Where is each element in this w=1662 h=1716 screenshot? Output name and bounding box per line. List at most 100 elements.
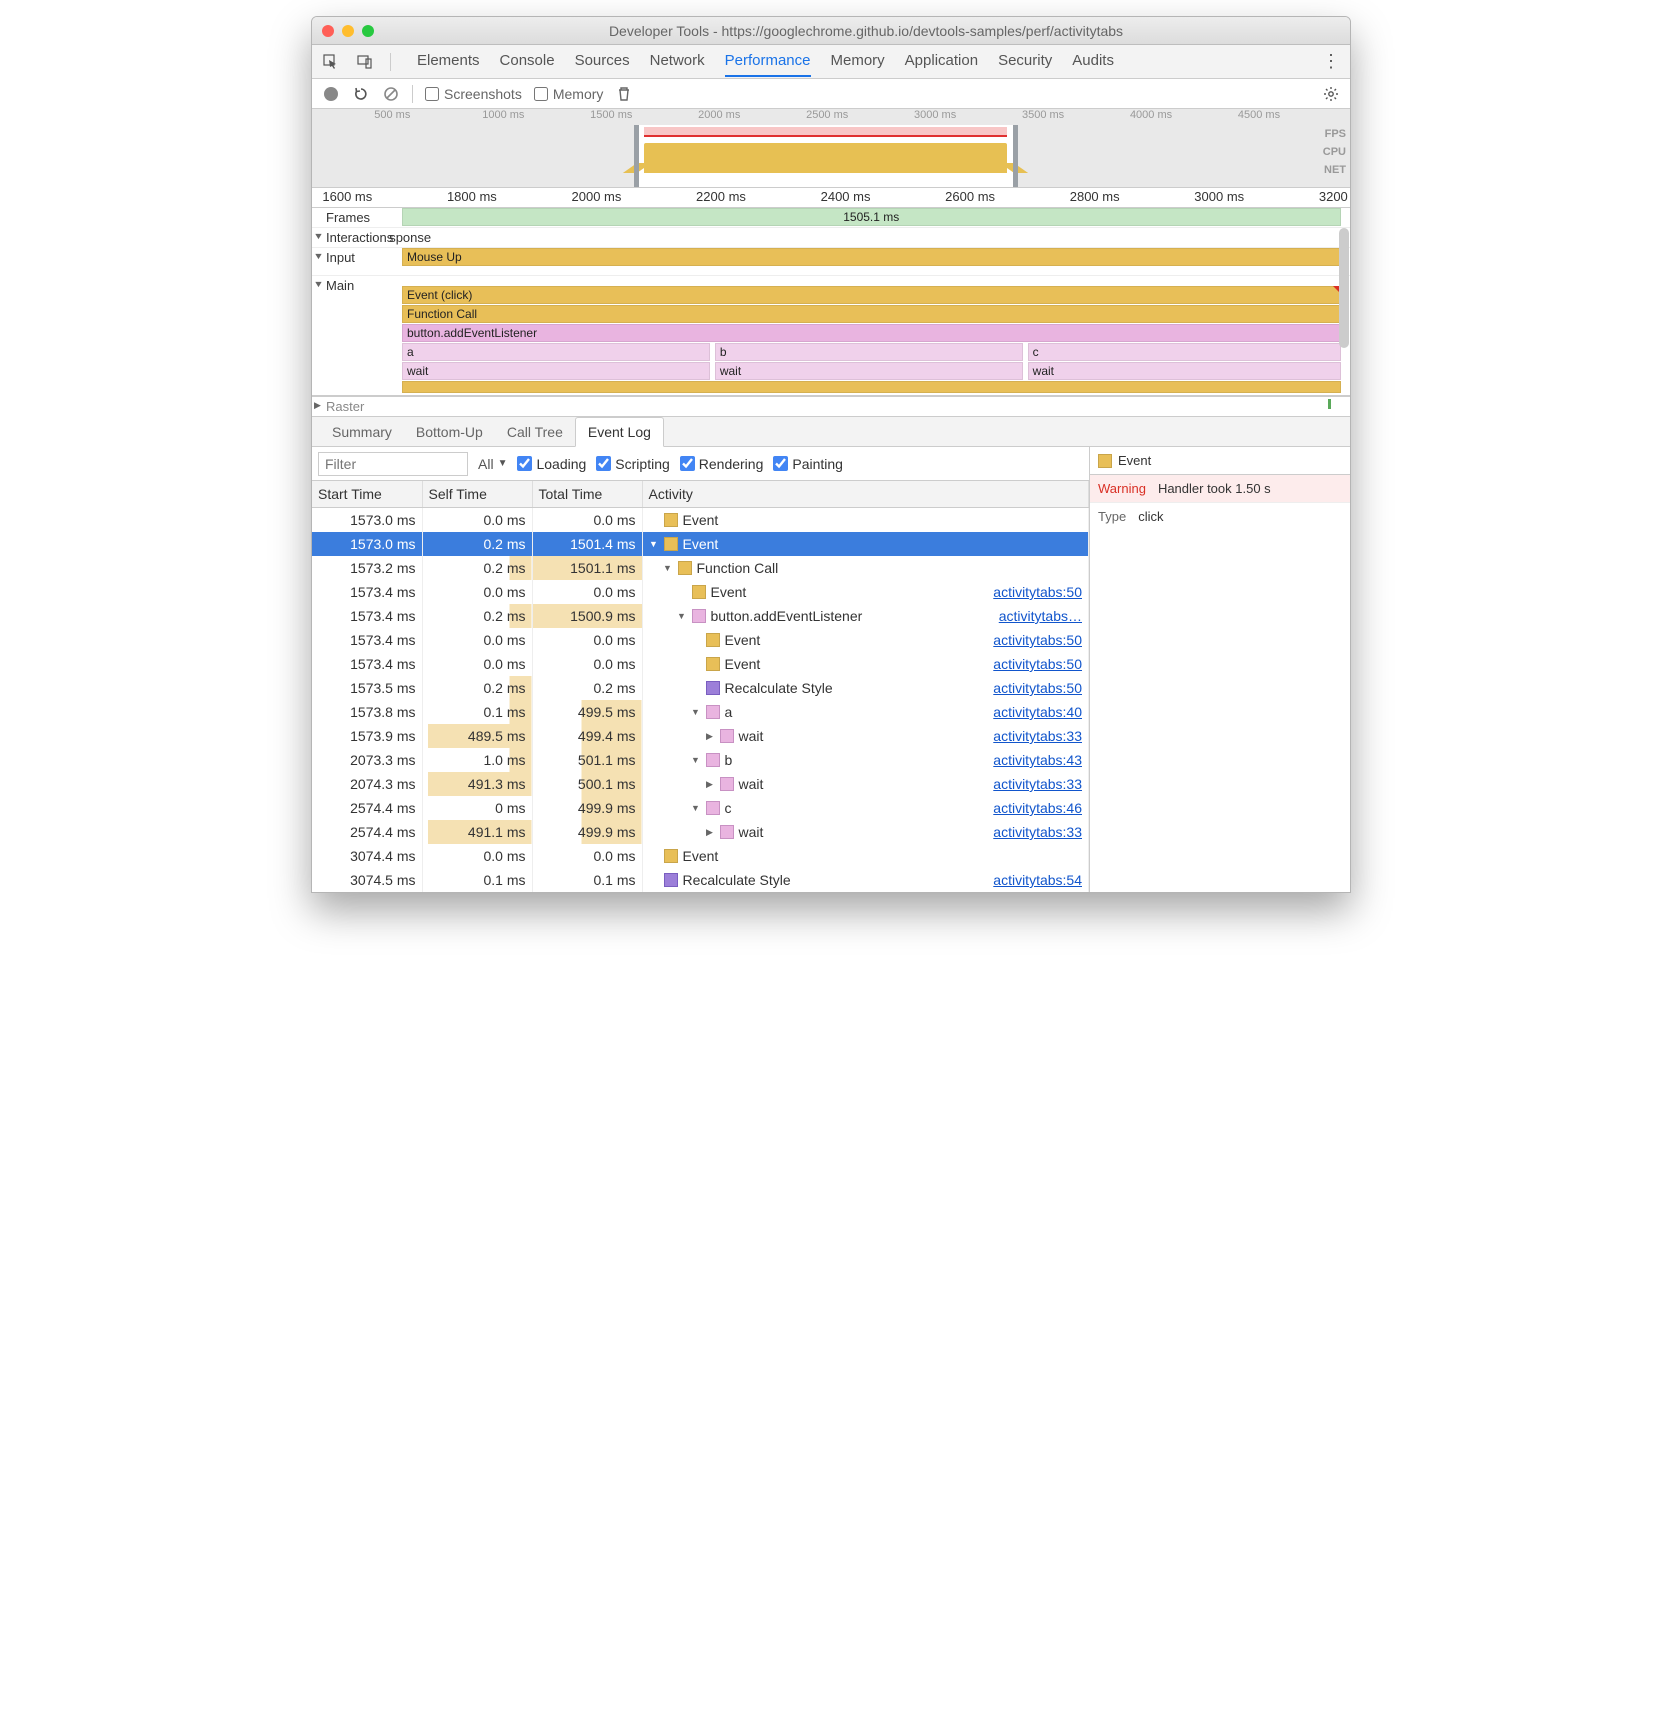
rendering-checkbox[interactable]: Rendering	[680, 456, 764, 472]
tracks-scrollbar[interactable]	[1339, 228, 1349, 348]
table-row[interactable]: 1573.4 ms0.0 ms0.0 msEventactivitytabs:5…	[312, 628, 1089, 652]
source-link[interactable]: activitytabs:50	[993, 680, 1082, 696]
tab-console[interactable]: Console	[500, 46, 555, 77]
raster-track-label[interactable]: Raster	[312, 397, 402, 416]
record-button[interactable]	[322, 85, 340, 103]
overview-tick: 3000 ms	[914, 109, 956, 121]
overview-handle-right[interactable]	[1013, 125, 1018, 187]
flame-function-call[interactable]: Function Call	[402, 305, 1341, 323]
gear-icon[interactable]	[1322, 85, 1340, 103]
bottom-tab-event-log[interactable]: Event Log	[575, 417, 664, 447]
table-row[interactable]: 2073.3 ms1.0 ms501.1 msbactivitytabs:43	[312, 748, 1089, 772]
source-link[interactable]: activitytabs:46	[993, 800, 1082, 816]
disclosure-icon[interactable]	[691, 755, 701, 765]
flame-b[interactable]: b	[715, 343, 1023, 361]
flame-bottom-bar[interactable]	[402, 381, 1341, 393]
traffic-lights	[322, 25, 374, 37]
table-row[interactable]: 2574.4 ms491.1 ms499.9 mswaitactivitytab…	[312, 820, 1089, 844]
screenshots-checkbox[interactable]: Screenshots	[425, 86, 522, 102]
table-row[interactable]: 1573.4 ms0.0 ms0.0 msEventactivitytabs:5…	[312, 580, 1089, 604]
loading-checkbox[interactable]: Loading	[517, 456, 586, 472]
disclosure-icon[interactable]	[705, 827, 715, 838]
flame-wait-1[interactable]: wait	[715, 362, 1023, 380]
interactions-track-label[interactable]: Interactionssponse	[312, 228, 402, 247]
disclosure-icon[interactable]	[705, 779, 715, 790]
disclosure-icon[interactable]	[663, 563, 673, 573]
source-link[interactable]: activitytabs:33	[993, 824, 1082, 840]
source-link[interactable]: activitytabs…	[999, 608, 1082, 624]
kebab-menu-icon[interactable]: ⋮	[1322, 51, 1340, 72]
tab-application[interactable]: Application	[905, 46, 978, 77]
col-self-time[interactable]: Self Time	[422, 481, 532, 508]
detail-ruler[interactable]: 1600 ms1800 ms2000 ms2200 ms2400 ms2600 …	[312, 188, 1350, 208]
flame-c[interactable]: c	[1028, 343, 1341, 361]
filter-input[interactable]	[318, 452, 468, 476]
disclosure-icon[interactable]	[705, 731, 715, 742]
table-row[interactable]: 1573.0 ms0.0 ms0.0 msEvent	[312, 508, 1089, 533]
disclosure-icon[interactable]	[677, 611, 687, 621]
bottom-tab-summary[interactable]: Summary	[320, 418, 404, 446]
source-link[interactable]: activitytabs:54	[993, 872, 1082, 888]
minimize-icon[interactable]	[342, 25, 354, 37]
flame-listener[interactable]: button.addEventListener	[402, 324, 1341, 342]
source-link[interactable]: activitytabs:33	[993, 776, 1082, 792]
tab-network[interactable]: Network	[650, 46, 705, 77]
device-toggle-icon[interactable]	[356, 53, 374, 71]
clear-button[interactable]	[382, 85, 400, 103]
tab-security[interactable]: Security	[998, 46, 1052, 77]
memory-checkbox[interactable]: Memory	[534, 86, 604, 102]
devtools-tabs: Elements Console Sources Network Performance…	[312, 45, 1350, 79]
disclosure-icon[interactable]	[691, 803, 701, 813]
flame-wait-2[interactable]: wait	[1028, 362, 1341, 380]
source-link[interactable]: activitytabs:40	[993, 704, 1082, 720]
table-row[interactable]: 1573.4 ms0.0 ms0.0 msEventactivitytabs:5…	[312, 652, 1089, 676]
source-link[interactable]: activitytabs:33	[993, 728, 1082, 744]
overview-handle-left[interactable]	[634, 125, 639, 187]
tab-performance[interactable]: Performance	[725, 46, 811, 77]
source-link[interactable]: activitytabs:50	[993, 656, 1082, 672]
frames-track-label[interactable]: Frames	[312, 208, 402, 227]
table-row[interactable]: 2574.4 ms0 ms499.9 mscactivitytabs:46	[312, 796, 1089, 820]
reload-button[interactable]	[352, 85, 370, 103]
table-row[interactable]: 1573.8 ms0.1 ms499.5 msaactivitytabs:40	[312, 700, 1089, 724]
main-track-label[interactable]: Main	[312, 276, 402, 395]
tab-elements[interactable]: Elements	[417, 46, 480, 77]
table-row[interactable]: 3074.5 ms0.1 ms0.1 msRecalculate Styleac…	[312, 868, 1089, 892]
flame-event-click[interactable]: Event (click)	[402, 286, 1341, 304]
input-bar[interactable]: Mouse Up	[402, 248, 1341, 266]
trash-icon[interactable]	[615, 85, 633, 103]
inspect-icon[interactable]	[322, 53, 340, 71]
table-row[interactable]: 1573.0 ms0.2 ms1501.4 msEvent	[312, 532, 1089, 556]
painting-checkbox[interactable]: Painting	[773, 456, 843, 472]
source-link[interactable]: activitytabs:43	[993, 752, 1082, 768]
tab-audits[interactable]: Audits	[1072, 46, 1114, 77]
table-row[interactable]: 2074.3 ms491.3 ms500.1 mswaitactivitytab…	[312, 772, 1089, 796]
col-activity[interactable]: Activity	[642, 481, 1089, 508]
table-row[interactable]: 1573.2 ms0.2 ms1501.1 msFunction Call	[312, 556, 1089, 580]
close-icon[interactable]	[322, 25, 334, 37]
table-row[interactable]: 3074.4 ms0.0 ms0.0 msEvent	[312, 844, 1089, 868]
flame-chart[interactable]: Event (click) Function Call button.addEv…	[402, 276, 1350, 395]
level-select[interactable]: All▼	[478, 456, 507, 472]
flame-wait-0[interactable]: wait	[402, 362, 710, 380]
input-track-label[interactable]: Input	[312, 248, 402, 267]
source-link[interactable]: activitytabs:50	[993, 584, 1082, 600]
zoom-icon[interactable]	[362, 25, 374, 37]
table-row[interactable]: 1573.4 ms0.2 ms1500.9 msbutton.addEventL…	[312, 604, 1089, 628]
disclosure-icon[interactable]	[691, 707, 701, 717]
scripting-checkbox[interactable]: Scripting	[596, 456, 669, 472]
table-row[interactable]: 1573.5 ms0.2 ms0.2 msRecalculate Styleac…	[312, 676, 1089, 700]
bottom-tab-call-tree[interactable]: Call Tree	[495, 418, 575, 446]
disclosure-icon[interactable]	[649, 539, 659, 549]
col-total-time[interactable]: Total Time	[532, 481, 642, 508]
tab-memory[interactable]: Memory	[831, 46, 885, 77]
col-start-time[interactable]: Start Time	[312, 481, 422, 508]
frame-bar[interactable]: 1505.1 ms	[402, 208, 1341, 226]
flame-a[interactable]: a	[402, 343, 710, 361]
tab-sources[interactable]: Sources	[575, 46, 630, 77]
source-link[interactable]: activitytabs:50	[993, 632, 1082, 648]
overview-label: FPS	[1323, 125, 1346, 143]
table-row[interactable]: 1573.9 ms489.5 ms499.4 mswaitactivitytab…	[312, 724, 1089, 748]
bottom-tab-bottom-up[interactable]: Bottom-Up	[404, 418, 495, 446]
overview-panel[interactable]: 500 ms1000 ms1500 ms2000 ms2500 ms3000 m…	[312, 109, 1350, 188]
